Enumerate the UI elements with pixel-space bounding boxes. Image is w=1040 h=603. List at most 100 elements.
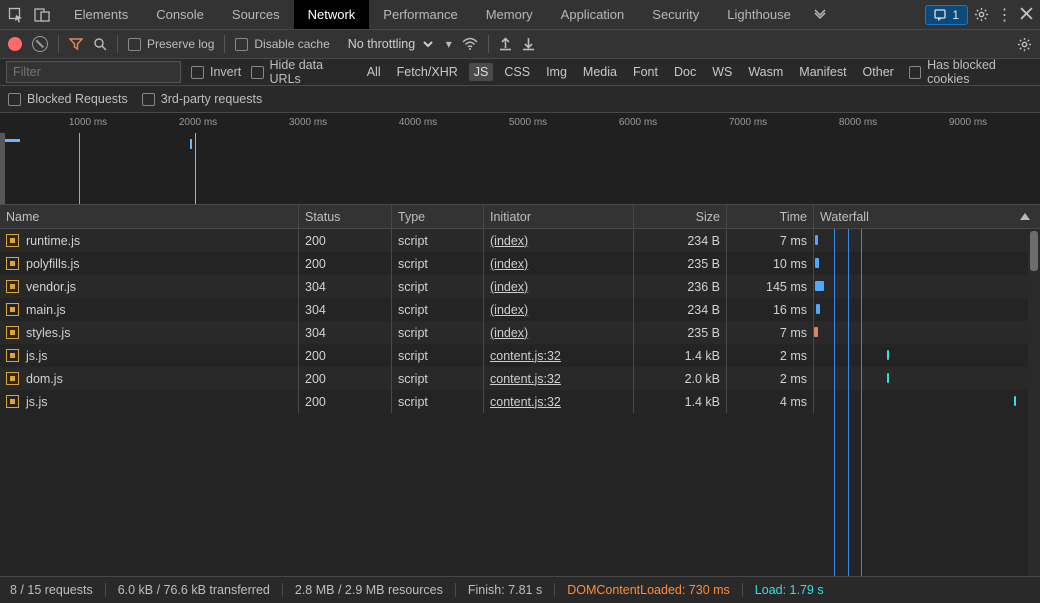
row-size: 1.4 kB: [685, 395, 720, 409]
network-settings-icon[interactable]: [1017, 37, 1032, 52]
invert-checkbox[interactable]: Invert: [191, 65, 241, 79]
table-row[interactable]: main.js304script(index)234 B16 ms: [0, 298, 1040, 321]
row-time: 16 ms: [773, 303, 807, 317]
table-row[interactable]: polyfills.js200script(index)235 B10 ms: [0, 252, 1040, 275]
tab-sources[interactable]: Sources: [218, 0, 294, 29]
row-name: polyfills.js: [26, 257, 80, 271]
filter-type-manifest[interactable]: Manifest: [794, 63, 851, 81]
js-file-icon: [6, 326, 19, 339]
col-waterfall[interactable]: Waterfall: [814, 205, 1040, 228]
row-status: 304: [305, 280, 326, 294]
row-initiator[interactable]: (index): [490, 234, 528, 248]
status-dcl: DOMContentLoaded: 730 ms: [555, 583, 743, 597]
filter-input[interactable]: [6, 61, 181, 83]
tab-performance[interactable]: Performance: [369, 0, 471, 29]
has-blocked-cookies-checkbox[interactable]: Has blocked cookies: [909, 58, 1034, 86]
row-initiator[interactable]: (index): [490, 280, 528, 294]
row-name: dom.js: [26, 372, 63, 386]
filter-type-ws[interactable]: WS: [707, 63, 737, 81]
kebab-menu-icon[interactable]: ⋮: [996, 5, 1012, 25]
inspect-icon[interactable]: [8, 7, 24, 23]
filter-toggle-icon[interactable]: [69, 37, 83, 51]
col-name[interactable]: Name: [0, 205, 299, 228]
grid-header: Name Status Type Initiator Size Time Wat…: [0, 205, 1040, 229]
row-size: 1.4 kB: [685, 349, 720, 363]
js-file-icon: [6, 372, 19, 385]
row-initiator[interactable]: (index): [490, 303, 528, 317]
filter-type-img[interactable]: Img: [541, 63, 572, 81]
table-row[interactable]: dom.js200scriptcontent.js:322.0 kB2 ms: [0, 367, 1040, 390]
hide-data-urls-checkbox[interactable]: Hide data URLs: [251, 58, 351, 86]
table-row[interactable]: runtime.js200script(index)234 B7 ms: [0, 229, 1040, 252]
export-har-icon[interactable]: [522, 37, 535, 51]
settings-icon[interactable]: [974, 7, 990, 22]
table-row[interactable]: vendor.js304script(index)236 B145 ms: [0, 275, 1040, 298]
waterfall-bar: [815, 258, 819, 268]
close-icon[interactable]: [1018, 7, 1034, 23]
blocked-requests-checkbox[interactable]: Blocked Requests: [8, 92, 128, 106]
timeline-load-marker: [195, 133, 196, 204]
clear-button[interactable]: [32, 36, 48, 52]
import-har-icon[interactable]: [499, 37, 512, 51]
throttling-caret-icon[interactable]: ▾: [446, 37, 452, 51]
timeline-tick: 5000 ms: [509, 117, 547, 128]
network-timeline-overview[interactable]: 1000 ms2000 ms3000 ms4000 ms5000 ms6000 …: [0, 113, 1040, 205]
tab-memory[interactable]: Memory: [472, 0, 547, 29]
row-size: 234 B: [687, 234, 720, 248]
throttling-select[interactable]: No throttling: [340, 34, 436, 54]
row-initiator[interactable]: content.js:32: [490, 349, 561, 363]
network-conditions-icon[interactable]: [462, 37, 478, 51]
status-transferred: 6.0 kB / 76.6 kB transferred: [106, 583, 283, 597]
device-toolbar-icon[interactable]: [34, 7, 50, 23]
tab-lighthouse[interactable]: Lighthouse: [713, 0, 805, 29]
row-initiator[interactable]: content.js:32: [490, 372, 561, 386]
filter-type-wasm[interactable]: Wasm: [743, 63, 788, 81]
filter-type-other[interactable]: Other: [858, 63, 899, 81]
search-icon[interactable]: [93, 37, 107, 51]
waterfall-bar: [887, 373, 889, 383]
preserve-log-checkbox[interactable]: Preserve log: [128, 37, 214, 51]
row-size: 2.0 kB: [685, 372, 720, 386]
row-size: 235 B: [687, 257, 720, 271]
row-time: 7 ms: [780, 326, 807, 340]
record-button[interactable]: [8, 37, 22, 51]
col-type[interactable]: Type: [392, 205, 484, 228]
tab-network[interactable]: Network: [294, 0, 370, 29]
row-initiator[interactable]: (index): [490, 326, 528, 340]
row-name: main.js: [26, 303, 66, 317]
filter-type-js[interactable]: JS: [469, 63, 494, 81]
tab-application[interactable]: Application: [547, 0, 639, 29]
tab-console[interactable]: Console: [142, 0, 218, 29]
filter-type-doc[interactable]: Doc: [669, 63, 701, 81]
tab-elements[interactable]: Elements: [60, 0, 142, 29]
filter-type-css[interactable]: CSS: [499, 63, 535, 81]
row-time: 145 ms: [766, 280, 807, 294]
js-file-icon: [6, 349, 19, 362]
issues-button[interactable]: 1: [925, 5, 968, 25]
row-initiator[interactable]: content.js:32: [490, 395, 561, 409]
filter-type-media[interactable]: Media: [578, 63, 622, 81]
filter-type-fetchxhr[interactable]: Fetch/XHR: [392, 63, 463, 81]
row-initiator[interactable]: (index): [490, 257, 528, 271]
disable-cache-checkbox[interactable]: Disable cache: [235, 37, 329, 51]
timeline-range-handle[interactable]: [0, 133, 5, 204]
filter-type-all[interactable]: All: [362, 63, 386, 81]
row-name: vendor.js: [26, 280, 76, 294]
row-time: 10 ms: [773, 257, 807, 271]
timeline-tick: 6000 ms: [619, 117, 657, 128]
row-type: script: [398, 326, 428, 340]
col-size[interactable]: Size: [634, 205, 727, 228]
col-status[interactable]: Status: [299, 205, 392, 228]
table-row[interactable]: js.js200scriptcontent.js:321.4 kB4 ms: [0, 390, 1040, 413]
js-file-icon: [6, 303, 19, 316]
table-row[interactable]: js.js200scriptcontent.js:321.4 kB2 ms: [0, 344, 1040, 367]
more-tabs-icon[interactable]: [813, 8, 829, 22]
col-initiator[interactable]: Initiator: [484, 205, 634, 228]
third-party-checkbox[interactable]: 3rd-party requests: [142, 92, 262, 106]
table-row[interactable]: styles.js304script(index)235 B7 ms: [0, 321, 1040, 344]
filter-type-font[interactable]: Font: [628, 63, 663, 81]
js-file-icon: [6, 234, 19, 247]
col-time[interactable]: Time: [727, 205, 814, 228]
tab-security[interactable]: Security: [638, 0, 713, 29]
timeline-tick: 8000 ms: [839, 117, 877, 128]
